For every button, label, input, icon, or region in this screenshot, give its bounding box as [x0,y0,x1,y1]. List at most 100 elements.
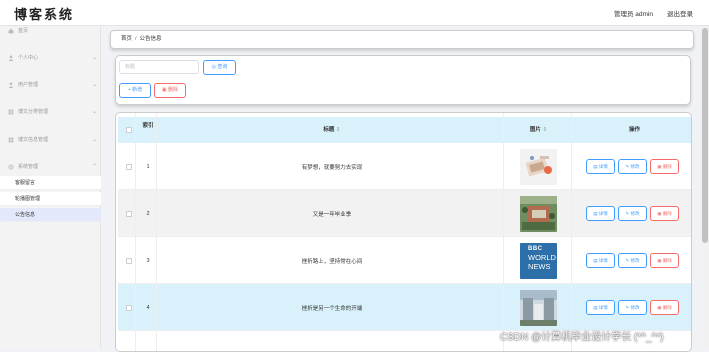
row-image-cell [508,190,569,237]
row-checkbox[interactable] [126,304,132,311]
breadcrumb-home[interactable]: 首页 [121,36,132,42]
chevron-down-icon: ⌄ [91,137,97,143]
table-row: 3 挫折路上，坚持常在心间 BBC WORLD NEWS ▤ 详情 ✎ 修改 ▣… [118,237,691,284]
batch-delete-button[interactable]: ▣ 删除 [154,83,186,98]
chevron-down-icon: ⌄ [91,82,97,88]
bbc-logo-text: NEWS [528,261,551,271]
pencil-icon: ✎ [625,305,630,310]
edit-label: 修改 [630,211,640,216]
sidebar-item-label: 系统管理 [18,164,39,170]
chevron-up-icon: ⌃ [91,164,97,170]
search-panel: 标题 ◎ 查询 + 新增 ▣ 删除 [115,55,691,105]
page-scrollbar[interactable] [701,26,709,348]
row-select-cell[interactable] [122,190,136,237]
trash-icon: ▣ [657,305,662,310]
delete-label: 删除 [662,258,672,263]
table-row: 1 有梦想，就要努力去实现 ▤ 详情 ✎ 修改 ▣ 删除 [118,143,691,190]
row-select-cell[interactable] [122,284,136,331]
batch-delete-label: 删除 [168,87,179,93]
detail-button[interactable]: ▤ 详情 [586,253,615,268]
pencil-icon: ✎ [625,258,630,263]
title-search-input[interactable]: 标题 [119,60,199,74]
document-icon: ▤ [593,164,598,169]
header-image-label: 图片 [529,127,541,133]
announcement-thumbnail[interactable] [520,195,557,232]
edit-button[interactable]: ✎ 修改 [618,206,647,221]
header-index[interactable]: 索引 [140,117,156,143]
detail-label: 详情 [598,164,608,169]
column-divider [156,113,157,351]
select-all-cell[interactable] [122,117,136,143]
document-icon: ▤ [593,305,598,310]
chevron-down-icon: ⌄ [91,109,97,115]
header-actions: 操作 [628,127,640,133]
home-icon [8,28,14,34]
sort-icon: ⇕ [542,127,548,133]
submenu-item-carousel[interactable]: 轮播图管理 [0,192,101,206]
announcement-thumbnail[interactable] [520,289,557,326]
delete-button[interactable]: ▣ 删除 [650,159,679,174]
table-row: 2 又是一年毕业季 ▤ 详情 ✎ 修改 ▣ 删除 [118,190,691,237]
row-checkbox[interactable] [126,163,132,170]
pencil-icon: ✎ [625,164,630,169]
select-all-checkbox[interactable] [126,127,132,133]
row-image-cell: BBC WORLD NEWS [508,237,569,284]
row-checkbox[interactable] [126,257,132,264]
logout-link[interactable]: 退出登录 [667,8,693,18]
sort-icon: ⇕ [335,127,341,133]
scrollbar-thumb[interactable] [702,28,708,243]
edit-button[interactable]: ✎ 修改 [618,159,647,174]
detail-label: 详情 [598,211,608,216]
delete-button[interactable]: ▣ 删除 [650,206,679,221]
sidebar-item-home[interactable]: 首页 [0,24,101,38]
sidebar-item-label: 首页 [18,28,29,34]
delete-label: 删除 [662,305,672,310]
announcement-thumbnail[interactable]: BBC WORLD NEWS [520,242,557,279]
search-button[interactable]: ◎ 查询 [203,60,236,75]
user-icon [8,55,14,61]
pencil-icon: ✎ [625,211,630,216]
trash-icon: ▣ [657,258,662,263]
sidebar-item-blog-category[interactable]: 博文分类管理 ⌄ [0,105,101,119]
delete-label: 删除 [662,211,672,216]
detail-button[interactable]: ▤ 详情 [586,206,615,221]
edit-button[interactable]: ✎ 修改 [618,253,647,268]
document-icon: ▤ [593,258,598,263]
delete-button[interactable]: ▣ 删除 [650,300,679,315]
delete-label: 删除 [662,164,672,169]
user-icon [8,82,14,88]
table-row: 4 挫折是另一个生命的开端 ▤ 详情 ✎ 修改 ▣ 删除 [118,284,691,331]
sidebar-item-label: 用户管理 [18,82,39,88]
edit-label: 修改 [630,258,640,263]
edit-label: 修改 [630,305,640,310]
row-index: 4 [146,304,150,311]
row-title: 又是一年毕业季 [312,211,352,218]
grid-icon [8,109,14,115]
row-index: 2 [146,210,150,217]
sidebar-item-profile[interactable]: 个人中心 ⌄ [0,51,101,65]
top-bar: 博客系统 管理员 admin 退出登录 [0,0,709,26]
detail-button[interactable]: ▤ 详情 [586,300,615,315]
detail-button[interactable]: ▤ 详情 [586,159,615,174]
header-title[interactable]: 标题 ⇕ [158,117,506,143]
row-select-cell[interactable] [122,143,136,190]
sidebar-item-blog-info[interactable]: 博文信息管理 ⌄ [0,133,101,147]
header-image[interactable]: 图片 ⇕ [508,117,569,143]
submenu-item-messages[interactable]: 客服留言 [0,176,101,190]
detail-label: 详情 [598,258,608,263]
sidebar-item-users[interactable]: 用户管理 ⌄ [0,78,101,92]
row-checkbox[interactable] [126,210,132,217]
bbc-logo-text: WORLD [528,252,556,262]
row-select-cell[interactable] [122,237,136,284]
search-button-label: 查询 [217,64,228,70]
announcement-thumbnail[interactable] [520,148,557,185]
sidebar-item-system[interactable]: 系统管理 ⌃ [0,160,101,174]
detail-label: 详情 [598,305,608,310]
table-header: 索引 标题 ⇕ 图片 ⇕ 操作 [118,117,691,143]
submenu-item-announcements[interactable]: 公告信息 [0,208,101,222]
row-title: 挫折路上，坚持常在心间 [301,258,363,265]
edit-label: 修改 [630,164,640,169]
delete-button[interactable]: ▣ 删除 [650,253,679,268]
edit-button[interactable]: ✎ 修改 [618,300,647,315]
add-button[interactable]: + 新增 [119,83,151,98]
